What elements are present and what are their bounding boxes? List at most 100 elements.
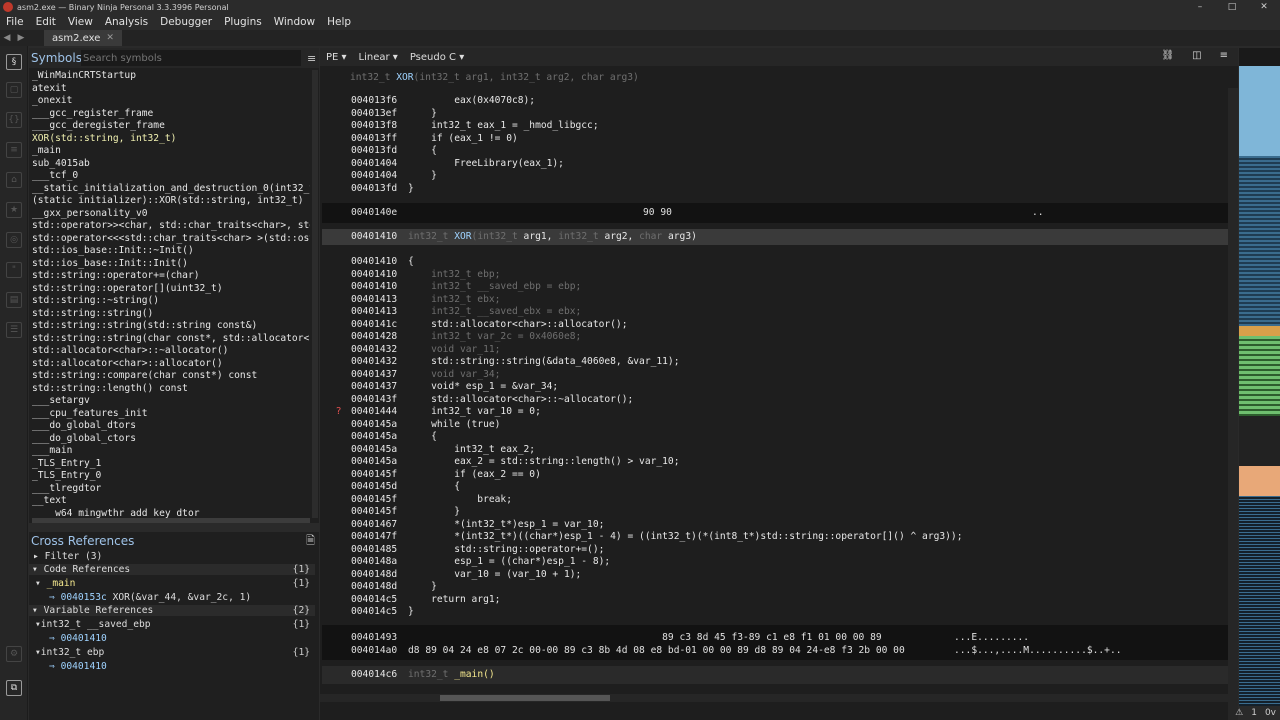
symbol-item-selected[interactable]: XOR(std::string, int32_t) <box>32 133 310 146</box>
xref-saved-ebp-entry[interactable]: ⇒ 00401410 <box>49 633 107 644</box>
code-line[interactable]: 00401428 int32_t var_2c = 0x4060e8; <box>320 331 1238 344</box>
code-line[interactable]: 004014c5} <box>320 606 1238 619</box>
menu-file[interactable]: File <box>0 16 30 28</box>
symbol-item[interactable]: __text <box>32 495 310 508</box>
stack-panel-icon[interactable]: ≡ <box>6 142 22 158</box>
symbol-item[interactable]: ___do_global_dtors <box>32 420 310 433</box>
code-line[interactable]: 0040148d var_10 = (var_10 + 1); <box>320 569 1238 582</box>
code-line[interactable]: 00401410 { <box>320 256 1238 269</box>
maximize-button[interactable]: □ <box>1216 0 1248 14</box>
variables-panel-icon[interactable]: {} <box>6 112 22 128</box>
pseudo-c-dropdown[interactable]: Pseudo C ▾ <box>404 52 470 63</box>
settings-panel-icon[interactable]: ⚙ <box>6 646 22 662</box>
memory-panel-icon[interactable]: ▤ <box>6 292 22 308</box>
symbol-item[interactable]: _TLS_Entry_1 <box>32 458 310 471</box>
symbol-item[interactable]: ___do_global_ctors <box>32 433 310 446</box>
symbol-item[interactable]: sub_4015ab <box>32 158 310 171</box>
xref-ebp-entry[interactable]: ⇒ 00401410 <box>49 661 107 672</box>
symbol-item[interactable]: std::ios_base::Init::Init() <box>32 258 310 271</box>
feature-map[interactable] <box>1239 48 1280 706</box>
code-line[interactable]: 004013ef } <box>320 108 1238 121</box>
code-line[interactable]: 00401432 void var_11; <box>320 344 1238 357</box>
symbol-item[interactable]: ___setargv <box>32 395 310 408</box>
view-menu-icon[interactable]: ≡ <box>1214 50 1234 61</box>
symbol-item[interactable]: ___cpu_features_init <box>32 408 310 421</box>
code-line[interactable]: 004013ff if (eax_1 != 0) <box>320 133 1238 146</box>
symbol-item[interactable]: std::allocator<char>::~allocator() <box>32 345 310 358</box>
code-line[interactable]: 0040145f break; <box>320 494 1238 507</box>
xref-var-ebp[interactable]: ▾int32_t ebp <box>35 647 104 658</box>
symbol-item[interactable]: _TLS_Entry_0 <box>32 470 310 483</box>
menu-analysis[interactable]: Analysis <box>99 16 154 28</box>
code-line[interactable]: 0040148d } <box>320 581 1238 594</box>
symbols-search-input[interactable] <box>81 50 301 66</box>
code-line[interactable]: 00401432 std::string::string(&data_4060e… <box>320 356 1238 369</box>
menu-help[interactable]: Help <box>321 16 357 28</box>
symbol-item[interactable]: _onexit <box>32 95 310 108</box>
symbols-horizontal-scrollbar[interactable] <box>32 518 310 523</box>
symbol-item[interactable]: std::string::compare(char const*) const <box>32 370 310 383</box>
symbols-vertical-scrollbar[interactable] <box>312 70 318 518</box>
code-line[interactable]: 00401467 *(int32_t*)esp_1 = var_10; <box>320 519 1238 532</box>
pe-dropdown[interactable]: PE ▾ <box>320 52 353 63</box>
symbol-item[interactable]: std::string::string() <box>32 308 310 321</box>
scroll-thumb[interactable] <box>440 695 610 701</box>
code-line[interactable]: 0040145a while (true) <box>320 419 1238 432</box>
nav-back-icon[interactable]: ◀ <box>0 33 14 43</box>
symbol-item[interactable]: ___tcf_0 <box>32 170 310 183</box>
nav-forward-icon[interactable]: ▶ <box>14 33 28 43</box>
code-references-header[interactable]: ▾ Code References <box>29 564 315 575</box>
code-line[interactable]: 00401413 int32_t ebx; <box>320 294 1238 307</box>
code-line[interactable]: 00401410 int32_t ebp; <box>320 269 1238 282</box>
code-line[interactable]: 0040145f if (eax_2 == 0) <box>320 469 1238 482</box>
menu-debugger[interactable]: Debugger <box>154 16 218 28</box>
tab-asm2[interactable]: asm2.exe ✕ <box>44 30 122 46</box>
code-line[interactable]: 0040145f } <box>320 506 1238 519</box>
symbol-item[interactable]: std::operator>><char, std::char_traits<c… <box>32 220 310 233</box>
symbol-item[interactable]: std::allocator<char>::allocator() <box>32 358 310 371</box>
linear-dropdown[interactable]: Linear ▾ <box>353 52 404 63</box>
symbol-item[interactable]: ___gcc_register_frame <box>32 108 310 121</box>
code-line[interactable]: 00401437 void var_34; <box>320 369 1238 382</box>
symbol-item[interactable]: std::string::string(std::string const&) <box>32 320 310 333</box>
symbol-item[interactable]: _WinMainCRTStartup <box>32 70 310 83</box>
function-header-sticky[interactable]: int32_t XOR(int32_t arg1, int32_t arg2, … <box>320 72 1238 85</box>
xref-var-saved-ebp[interactable]: ▾int32_t __saved_ebp <box>35 619 151 630</box>
link-icon[interactable]: ⛓ <box>1155 50 1180 61</box>
symbols-panel-icon[interactable]: § <box>6 54 22 70</box>
code-line[interactable]: 00401444 int32_t var_10 = 0; <box>320 406 1238 419</box>
types-panel-icon[interactable]: ▢ <box>6 82 22 98</box>
symbol-item[interactable]: _main <box>32 145 310 158</box>
code-horizontal-scrollbar[interactable] <box>320 694 1228 702</box>
symbol-item[interactable]: std::operator<<<std::char_traits<char> >… <box>32 233 310 246</box>
symbol-item[interactable]: ___tlregdtor <box>32 483 310 496</box>
code-line[interactable]: 00401485 std::string::operator+=(); <box>320 544 1238 557</box>
tags-panel-icon[interactable]: ⌂ <box>6 172 22 188</box>
symbol-item[interactable]: std::string::string(char const*, std::al… <box>32 333 310 346</box>
menu-edit[interactable]: Edit <box>30 16 62 28</box>
menu-plugins[interactable]: Plugins <box>218 16 268 28</box>
bookmark-panel-icon[interactable]: ★ <box>6 202 22 218</box>
symbol-item[interactable]: std::ios_base::Init::~Init() <box>32 245 310 258</box>
code-line[interactable]: 0040143f std::allocator<char>::~allocato… <box>320 394 1238 407</box>
close-button[interactable]: ✕ <box>1248 0 1280 14</box>
hamburger-menu-icon[interactable]: ≡ <box>307 52 316 65</box>
symbol-item[interactable]: std::string::length() const <box>32 383 310 396</box>
warning-icon[interactable]: ⚠ <box>1235 708 1243 718</box>
strings-panel-icon[interactable]: " <box>6 262 22 278</box>
symbol-item[interactable]: ___main <box>32 445 310 458</box>
code-line[interactable]: 00401437 void* esp_1 = &var_34; <box>320 381 1238 394</box>
symbol-item[interactable]: std::string::operator[](uint32_t) <box>32 283 310 296</box>
xref-func-main[interactable]: ▾ _main <box>35 578 75 589</box>
split-view-icon[interactable]: ◫ <box>1186 50 1207 61</box>
breakpoint-marker-icon[interactable]: ? <box>336 406 341 417</box>
symbol-item[interactable]: ___gcc_deregister_frame <box>32 120 310 133</box>
code-line[interactable]: 00401413 int32_t __saved_ebx = ebx; <box>320 306 1238 319</box>
xor-header-name[interactable]: XOR <box>454 231 471 242</box>
code-line[interactable]: 0040141c std::allocator<char>::allocator… <box>320 319 1238 332</box>
code-line[interactable]: 0040145d { <box>320 481 1238 494</box>
variable-references-header[interactable]: ▾ Variable References <box>29 605 315 616</box>
code-line[interactable]: 0040148a esp_1 = ((char*)esp_1 - 8); <box>320 556 1238 569</box>
symbol-item[interactable]: atexit <box>32 83 310 96</box>
layout-panel-icon[interactable]: ⧉ <box>6 680 22 696</box>
